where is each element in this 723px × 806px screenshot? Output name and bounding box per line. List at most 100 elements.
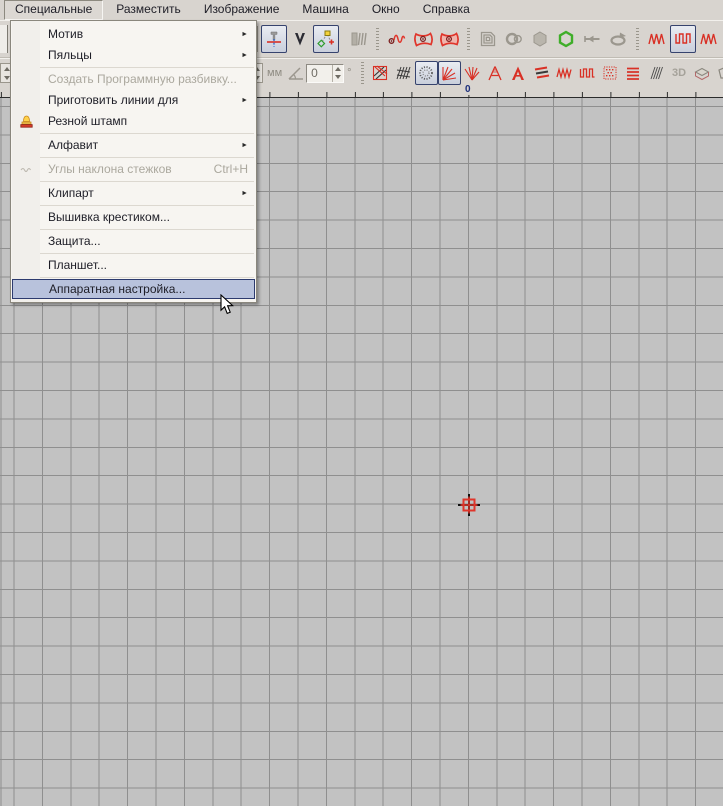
node-edit-button[interactable] (313, 25, 339, 53)
menu-separator (13, 133, 254, 134)
menu-item-hoops[interactable]: Пяльцы ► (11, 45, 256, 66)
menubar-item-machine[interactable]: Машина (292, 0, 358, 20)
letter-a-outline-icon (486, 64, 504, 82)
needle-transform-button[interactable] (261, 25, 287, 53)
menu-item-alphabet[interactable]: Алфавит ► (11, 135, 256, 156)
menu-item-protection[interactable]: Защита... (11, 231, 256, 252)
menu-bar: Специальные Разместить Изображение Машин… (0, 0, 723, 20)
needle-point-button[interactable] (287, 25, 313, 53)
letter-a-filled-button[interactable] (507, 61, 530, 85)
cross-hatch-red-button[interactable] (369, 61, 392, 85)
motif-run-button[interactable] (384, 25, 410, 53)
menu-shortcut: Ctrl+H (214, 159, 248, 180)
clipped-edge-button[interactable] (714, 61, 723, 85)
horizontal-lines-button[interactable] (622, 61, 645, 85)
menu-item-motif[interactable]: Мотив ► (11, 24, 256, 45)
concentric-fill-icon (478, 29, 498, 49)
menubar-item-image[interactable]: Изображение (194, 0, 290, 20)
angle-icon (286, 64, 306, 82)
menubar-item-special[interactable]: Специальные (4, 0, 103, 20)
menu-item-hardware-setup[interactable]: Аппаратная настройка... (12, 279, 255, 299)
zigzag-clipped-button[interactable] (696, 25, 722, 53)
zigzag-w-button[interactable] (553, 61, 576, 85)
menu-item-cross-stitch[interactable]: Вышивка крестиком... (11, 207, 256, 228)
menu-item-stitch-angles: Углы наклона стежков Ctrl+H (11, 159, 256, 180)
menu-separator (13, 277, 254, 278)
eyelet-icon (504, 29, 524, 49)
stamp-icon (18, 113, 35, 130)
dotted-square-button[interactable] (599, 61, 622, 85)
arrow-left-icon (582, 29, 602, 49)
square-wave-button[interactable] (670, 25, 696, 53)
burst-button[interactable] (461, 61, 484, 85)
dotted-circle-button[interactable] (415, 61, 438, 85)
rotate-icon (608, 29, 628, 49)
submenu-arrow-icon: ► (241, 183, 248, 204)
rays-icon (440, 64, 458, 82)
envelope-icon (693, 64, 711, 82)
square-wave-uu-button[interactable] (576, 61, 599, 85)
menu-item-program-split: Создать Программную разбивку... (11, 69, 256, 90)
angle-value: 0 (307, 66, 332, 80)
menu-item-clipart[interactable]: Клипарт ► (11, 183, 256, 204)
menubar-item-arrange[interactable]: Разместить (106, 0, 191, 20)
slant-stripes-icon (532, 64, 550, 82)
clipped-icon (716, 64, 723, 82)
menu-separator (13, 67, 254, 68)
angle-spinner[interactable] (332, 65, 343, 82)
cross-hatch-dark-button[interactable] (392, 61, 415, 85)
motif-run-icon (387, 29, 407, 49)
region-filled-icon (438, 29, 460, 49)
dotted-square-icon (601, 64, 619, 82)
hexagon-outline-button[interactable] (553, 25, 579, 53)
slant-stripes-button[interactable] (530, 61, 553, 85)
region-outline-icon (412, 29, 434, 49)
menu-item-carve-stamp[interactable]: Резной штамп (11, 111, 256, 132)
region-outline-button[interactable] (410, 25, 436, 53)
rays-button[interactable] (438, 61, 461, 85)
menu-separator (13, 253, 254, 254)
lamella-icon (348, 29, 368, 49)
envelope-button[interactable] (691, 61, 714, 85)
hexagon-outline-icon (556, 29, 576, 49)
application-window: Специальные Разместить Изображение Машин… (0, 0, 723, 806)
zigzag-dense-icon (647, 29, 667, 49)
menu-separator (13, 181, 254, 182)
submenu-arrow-icon: ► (241, 135, 248, 156)
submenu-arrow-icon: ► (241, 90, 248, 111)
hexagon-filled-button[interactable] (527, 25, 553, 53)
burst-icon (463, 64, 481, 82)
thin-hatch-button[interactable] (645, 61, 668, 85)
arrow-left-button[interactable] (579, 25, 605, 53)
toolbar-edge-button[interactable] (0, 25, 8, 53)
letter-a-outline-button[interactable] (484, 61, 507, 85)
zigzag-clipped-icon (699, 29, 719, 49)
toolbar-gripper (467, 28, 470, 50)
region-filled-button[interactable] (436, 25, 462, 53)
menu-item-prepare-lines[interactable]: Приготовить линии для ► (11, 90, 256, 111)
special-menu-popup: Мотив ► Пяльцы ► Создать Программную раз… (10, 20, 257, 303)
cross-hatch-dark-icon (394, 64, 412, 82)
menu-separator (13, 205, 254, 206)
menubar-item-window[interactable]: Окно (362, 0, 410, 20)
submenu-arrow-icon: ► (241, 24, 248, 45)
menubar-item-help[interactable]: Справка (413, 0, 480, 20)
zigzag-dense-button[interactable] (644, 25, 670, 53)
menu-separator (13, 157, 254, 158)
hexagon-filled-icon (530, 29, 550, 49)
rotate-button[interactable] (605, 25, 631, 53)
menu-separator (13, 229, 254, 230)
angle-input[interactable]: 0 (306, 64, 344, 83)
menu-item-tablet[interactable]: Планшет... (11, 255, 256, 276)
eyelet-button[interactable] (501, 25, 527, 53)
degree-label: ° (347, 67, 351, 79)
concentric-fill-button[interactable] (475, 25, 501, 53)
three-d-button[interactable]: 3D (668, 61, 691, 85)
zigzag-w-icon (555, 64, 573, 82)
needle-point-icon (290, 29, 310, 49)
ruler-origin-label: 0 (464, 84, 472, 95)
lamella-button-disabled (345, 25, 371, 53)
cross-hatch-red-icon (371, 64, 389, 82)
toolbar-gripper (361, 62, 364, 84)
hoop-center-marker (456, 492, 482, 518)
